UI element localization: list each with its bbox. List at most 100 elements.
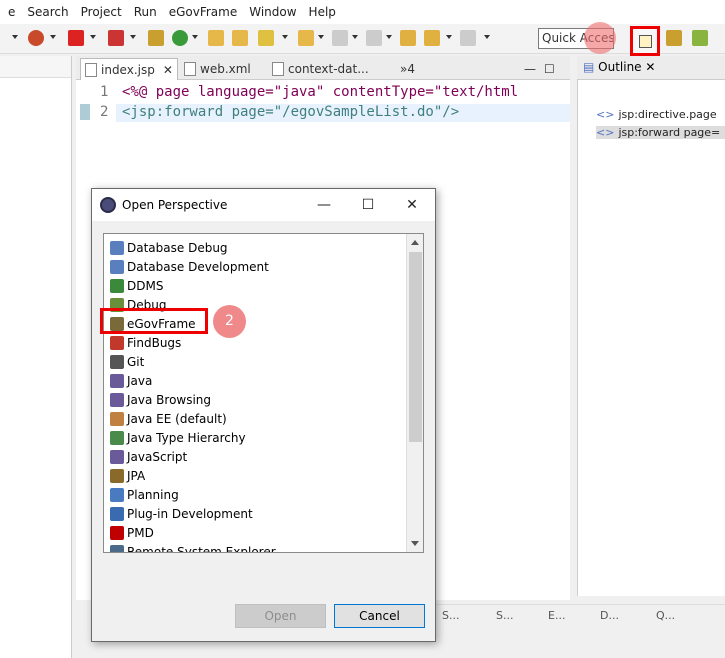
open-folder-icon[interactable] <box>208 30 224 46</box>
search-folder-icon[interactable] <box>298 30 314 46</box>
perspective-item[interactable]: Java Browsing <box>110 390 211 409</box>
menu-run[interactable]: Run <box>134 5 157 19</box>
bottom-tab[interactable]: D... <box>600 609 619 622</box>
maximize-window-button[interactable]: ☐ <box>358 195 378 215</box>
bottom-tab[interactable]: S... <box>442 609 459 622</box>
bottom-tab[interactable]: Q... <box>656 609 675 622</box>
dropdown-arrow-icon[interactable] <box>318 35 324 39</box>
list-scrollbar[interactable] <box>406 234 423 552</box>
menu-egovframe[interactable]: eGovFrame <box>169 5 238 19</box>
open-type-icon[interactable] <box>232 30 248 46</box>
last-edit-icon[interactable] <box>400 30 416 46</box>
open-button[interactable]: Open <box>235 604 326 628</box>
perspective-item[interactable]: DDMS <box>110 276 163 295</box>
perspective-item[interactable]: JPA <box>110 466 145 485</box>
perspective-item[interactable]: PMD <box>110 523 154 542</box>
editor-tab-bar: index.jsp ✕ web.xml context-dat... »4 — … <box>76 56 570 80</box>
perspective-label: JPA <box>127 468 146 483</box>
perspective-item[interactable]: JavaScript <box>110 447 187 466</box>
stop-icon[interactable] <box>68 30 84 46</box>
close-window-button[interactable]: ✕ <box>402 195 422 215</box>
perspective-item[interactable]: Database Development <box>110 257 269 276</box>
xml-file-icon <box>184 62 196 76</box>
menu-bar: e Search Project Run eGovFrame Window He… <box>0 0 725 24</box>
change-marker <box>80 104 90 120</box>
dropdown-arrow-icon[interactable] <box>90 35 96 39</box>
perspective-label: PMD <box>127 525 154 540</box>
main-toolbar <box>0 24 725 54</box>
forward-icon[interactable] <box>460 30 476 46</box>
tab-label: index.jsp <box>101 62 155 77</box>
next-annotation-icon[interactable] <box>332 30 348 46</box>
tab-overflow-label: »4 <box>400 62 415 76</box>
scroll-thumb[interactable] <box>409 252 422 442</box>
prev-annotation-icon[interactable] <box>366 30 382 46</box>
dropdown-arrow-icon[interactable] <box>484 35 490 39</box>
eclipse-icon <box>100 197 116 213</box>
outline-item[interactable]: <> jsp:directive.page <box>596 108 717 121</box>
dropdown-arrow-icon[interactable] <box>12 35 18 39</box>
tag-icon: <> <box>596 108 615 121</box>
perspective-item[interactable]: FindBugs <box>110 333 181 352</box>
perspective-label: Planning <box>127 487 179 502</box>
tab-context-dat[interactable]: context-dat... <box>272 58 369 80</box>
maximize-icon[interactable]: ☐ <box>544 58 555 80</box>
perspective-label: Database Development <box>127 259 269 274</box>
perspective-item[interactable]: Remote System Explorer <box>110 542 276 552</box>
menu-edit[interactable]: e <box>8 5 15 19</box>
scroll-up-icon[interactable] <box>411 240 419 245</box>
tab-overflow[interactable]: »4 <box>400 58 415 80</box>
menu-project[interactable]: Project <box>81 5 122 19</box>
dropdown-arrow-icon[interactable] <box>192 35 198 39</box>
perspective-item[interactable]: Java <box>110 371 152 390</box>
package-icon[interactable] <box>148 30 164 46</box>
dropdown-arrow-icon[interactable] <box>130 35 136 39</box>
dropdown-arrow-icon[interactable] <box>446 35 452 39</box>
findbugs-icon <box>110 335 124 350</box>
new-class-icon[interactable] <box>172 30 188 46</box>
dropdown-arrow-icon[interactable] <box>352 35 358 39</box>
dropdown-arrow-icon[interactable] <box>386 35 392 39</box>
pencil-icon[interactable] <box>258 30 274 46</box>
code-line: <jsp:forward page="/egovSampleList.do"/> <box>122 104 460 120</box>
back-icon[interactable] <box>424 30 440 46</box>
dropdown-arrow-icon[interactable] <box>50 35 56 39</box>
perspective-item[interactable]: Java EE (default) <box>110 409 227 428</box>
jsp-file-icon <box>85 62 97 77</box>
database-debug-icon <box>110 240 124 255</box>
menu-help[interactable]: Help <box>309 5 336 19</box>
tab-index-jsp[interactable]: index.jsp ✕ <box>80 58 178 80</box>
java-browsing-icon <box>110 392 124 407</box>
planning-icon <box>110 487 124 502</box>
debug-run-icon[interactable] <box>28 30 44 46</box>
perspective-item[interactable]: Git <box>110 352 144 371</box>
perspective-list[interactable]: Remote System Explorer PMD Plug-in Develop… <box>103 233 424 553</box>
bottom-tab[interactable]: E... <box>548 609 565 622</box>
perspective-label: Database Debug <box>127 240 228 255</box>
java-ee-perspective-icon[interactable] <box>666 30 682 46</box>
tab-web-xml[interactable]: web.xml <box>184 58 251 80</box>
cancel-button[interactable]: Cancel <box>334 604 425 628</box>
step-marker-1 <box>584 22 616 54</box>
javaee-icon <box>110 411 124 426</box>
open-perspective-button[interactable] <box>630 26 660 56</box>
outline-tab[interactable]: ▤ Outline ✕ <box>583 60 655 74</box>
perspective-item[interactable]: Plug-in Development <box>110 504 253 523</box>
tab-label: context-dat... <box>288 62 369 76</box>
dropdown-arrow-icon[interactable] <box>282 35 288 39</box>
line-number: 2 <box>100 104 109 120</box>
minimize-window-button[interactable]: — <box>314 195 334 215</box>
tab-label: web.xml <box>200 62 251 76</box>
perspective-item[interactable]: Database Debug <box>110 238 228 257</box>
perspective-item[interactable]: Java Type Hierarchy <box>110 428 246 447</box>
menu-window[interactable]: Window <box>249 5 296 19</box>
menu-search[interactable]: Search <box>27 5 68 19</box>
perspective-item[interactable]: Planning <box>110 485 179 504</box>
egov-perspective-icon[interactable] <box>692 30 708 46</box>
run-config-icon[interactable] <box>108 30 124 46</box>
close-icon[interactable]: ✕ <box>163 63 173 77</box>
bottom-tab[interactable]: S... <box>496 609 513 622</box>
minimize-icon[interactable]: — <box>524 58 536 80</box>
outline-item-selected[interactable]: <> jsp:forward page= <box>596 126 725 139</box>
scroll-down-icon[interactable] <box>411 541 419 546</box>
